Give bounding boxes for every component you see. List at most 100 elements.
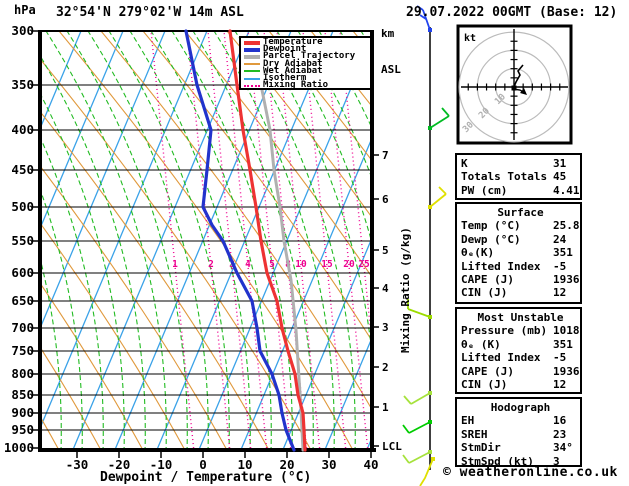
wind-barb-stroke	[410, 392, 431, 405]
legend-label: Mixing Ratio	[263, 80, 329, 91]
wind-barb-dot	[428, 450, 432, 454]
wind-barb-stroke	[408, 421, 431, 434]
lcl-label: LCL	[382, 440, 402, 453]
wind-barb-stroke	[403, 395, 412, 405]
indices-row-label: Pressure (mb)	[461, 324, 548, 338]
pressure-tick-label: 450	[11, 162, 34, 177]
indices-row-label: Lifted Index	[461, 351, 541, 365]
indices-row-value: 45	[553, 170, 567, 184]
indices-box-header: Hodograph	[490, 401, 551, 414]
indices-row-value: 12	[553, 286, 567, 300]
km-tick-label: 3	[382, 321, 389, 334]
indices-row: EH 16	[461, 414, 580, 427]
km-tick-label: 5	[382, 244, 389, 257]
x-axis-title: Dewpoint / Temperature (°C)	[100, 470, 312, 485]
legend-swatch-parcel-trajectory	[244, 54, 260, 59]
indices-row-label: Dewp (°C)	[461, 232, 521, 246]
indices-row: θₑ (K) 351	[461, 338, 580, 351]
pressure-tick-label: 700	[11, 320, 34, 335]
indices-row-value: 351	[553, 246, 573, 260]
wind-barb-stroke	[408, 451, 431, 464]
indices-box-surface: Surface Temp (°C) 25.8 Dewp (°C) 24 θₑ(K) 351 L…	[455, 202, 582, 304]
wind-barb-stroke	[402, 454, 410, 464]
wind-barb	[402, 420, 432, 434]
indices-row-value: 24	[553, 232, 567, 246]
indices-row-label: Lifted Index	[461, 259, 541, 273]
wind-barb-dot	[428, 126, 432, 130]
indices-row-value: 1018	[553, 324, 580, 338]
pressure-tick-label: 400	[11, 122, 34, 137]
mixing-ratio-value-label: 5	[269, 259, 275, 270]
indices-row-value: -5	[553, 259, 567, 273]
legend-swatch-wet-adiabat	[244, 70, 260, 73]
indices-row: PW (cm) 4.41	[461, 184, 580, 197]
pressure-unit-label: hPa	[14, 3, 36, 17]
run-datetime: 29.07.2022 00GMT (Base: 12)	[406, 5, 618, 20]
pressure-tick-label: 850	[11, 387, 34, 402]
wind-barb	[419, 457, 435, 486]
legend-swatch-dry-adiabat	[244, 63, 260, 66]
mixing-ratio-axis-title: Mixing Ratio (g/kg)	[399, 227, 412, 353]
pressure-tick-label: 350	[11, 77, 34, 92]
plot-bottom-axis	[38, 448, 376, 452]
pressure-tick-label: 950	[11, 422, 34, 437]
altitude-unit-km: km	[381, 27, 395, 40]
indices-row-label: CIN (J)	[461, 378, 508, 392]
wind-barb-stroke	[419, 458, 434, 486]
wind-barb-dot	[428, 315, 432, 319]
pressure-tick-label: 650	[11, 293, 34, 308]
wind-barb-stroke	[429, 115, 450, 129]
indices-row-value: 12	[553, 378, 567, 392]
indices-row-label: PW (cm)	[461, 183, 508, 197]
pressure-tick-label: 800	[11, 366, 34, 381]
indices-row-value: 31	[553, 157, 567, 170]
indices-row-label: CAPE (J)	[461, 273, 514, 287]
mixing-ratio-value-label: 15	[321, 259, 333, 270]
wind-barb	[403, 391, 432, 405]
mixing-ratio-value-label: 4	[245, 259, 251, 270]
legend-swatch-mixing-ratio	[244, 84, 260, 87]
wind-barb	[428, 107, 450, 130]
wind-barb-dot	[428, 28, 432, 32]
indices-row-label: StmDir	[461, 441, 501, 455]
legend-swatch-temperature	[244, 40, 260, 45]
indices-row: Lifted Index -5	[461, 260, 580, 273]
km-tick-label: 6	[382, 193, 389, 206]
indices-box-hodograph: Hodograph EH 16 SREH 23 StmDir 34° StmSpd (kt) 3	[455, 397, 582, 468]
indices-box-most-unstable: Most Unstable Pressure (mb) 1018 θₑ (K) 351 L…	[455, 307, 582, 394]
altitude-axis-header: km ASL	[381, 4, 408, 100]
temp-tick-label: 30	[321, 457, 336, 472]
indices-box-header: Most Unstable	[477, 311, 564, 324]
wind-barb	[402, 450, 432, 464]
indices-row: Pressure (mb) 1018	[461, 324, 580, 337]
indices-row: CAPE (J) 1936	[461, 365, 580, 378]
hodograph-origin-dot	[511, 85, 517, 91]
indices-row: StmDir 34°	[461, 441, 580, 454]
plot-right-wall	[370, 31, 374, 452]
mixing-ratio-value-label: 20	[343, 259, 355, 270]
indices-row: K 31	[461, 157, 580, 170]
indices-row-value: 25.8	[553, 219, 580, 233]
altitude-unit-asl: ASL	[381, 63, 401, 76]
wind-barb-dot	[428, 420, 432, 424]
indices-row: CIN (J) 12	[461, 286, 580, 299]
indices-row-label: Temp (°C)	[461, 219, 521, 233]
indices-row-value: 4.41	[553, 183, 580, 197]
indices-row-value: 1936	[553, 364, 580, 378]
legend-item: Mixing Ratio	[243, 80, 370, 91]
mixing-ratio-value-label: 2	[208, 259, 214, 270]
indices-row-label: SREH	[461, 427, 488, 441]
wind-barb-stroke	[438, 186, 447, 195]
indices-row-value: -5	[553, 351, 567, 365]
legend: Temperature Dewpoint Parcel Trajectory Dry …	[239, 36, 372, 90]
pressure-tick-label: 600	[11, 265, 34, 280]
temp-tick-label: 40	[363, 457, 378, 472]
indices-row-label: θₑ (K)	[461, 337, 501, 351]
indices-row-value: 351	[553, 337, 573, 351]
indices-row-value: 1936	[553, 273, 580, 287]
indices-row-label: K	[461, 157, 468, 170]
copyright-footer: © weatheronline.co.uk	[443, 465, 618, 480]
plot-left-wall	[38, 31, 42, 452]
indices-row-label: θₑ(K)	[461, 246, 495, 260]
wind-barb-stroke	[429, 193, 447, 208]
